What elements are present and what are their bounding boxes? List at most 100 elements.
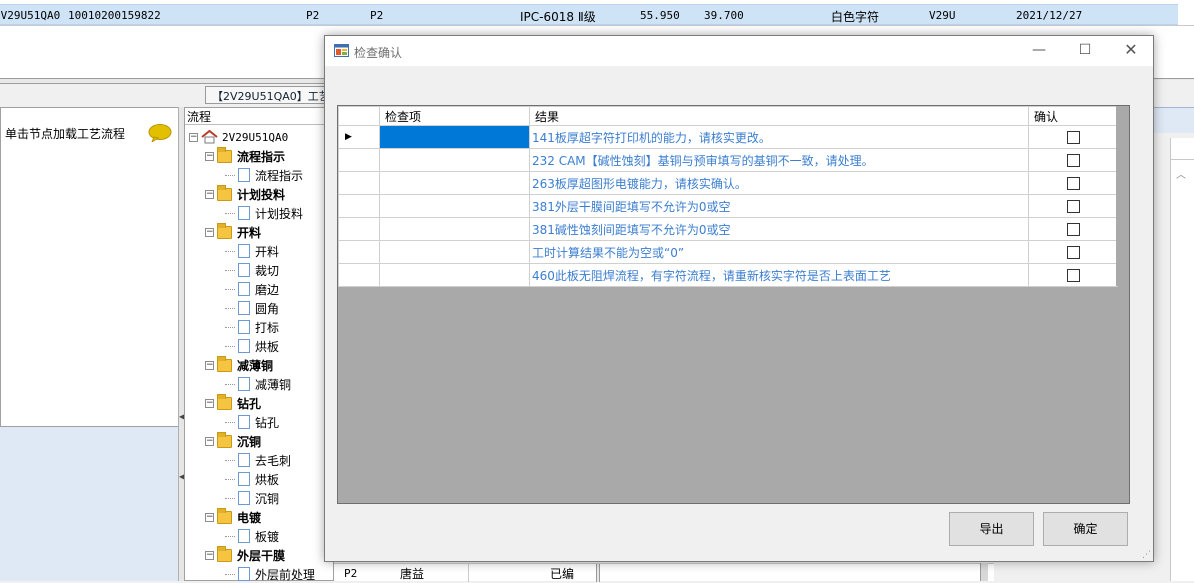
- close-button[interactable]: ✕: [1108, 36, 1154, 66]
- cell-check-item[interactable]: [379, 148, 530, 172]
- column-header-check-item[interactable]: 检查项: [379, 106, 530, 126]
- tree-step-node[interactable]: 开料: [225, 242, 279, 260]
- folder-icon: [217, 355, 232, 372]
- cell-confirm[interactable]: [1028, 240, 1118, 264]
- tree-node-label: 烘板: [255, 339, 280, 354]
- cell-result[interactable]: 381碱性蚀刻间距填写不允许为0或空: [529, 217, 1029, 241]
- confirm-checkbox[interactable]: [1066, 177, 1080, 190]
- collapse-toggle-icon[interactable]: −: [205, 151, 214, 161]
- table-row[interactable]: 381碱性蚀刻间距填写不允许为0或空: [338, 217, 1118, 241]
- right-splitter[interactable]: [980, 563, 988, 581]
- tree-node-label: 沉铜: [255, 491, 280, 506]
- cell-result[interactable]: 141板厚超字符打印机的能力，请核实更改。: [529, 125, 1029, 149]
- cell-confirm[interactable]: [1028, 171, 1118, 195]
- confirm-checkbox[interactable]: [1066, 246, 1080, 259]
- cell-check-item[interactable]: [379, 263, 530, 287]
- cell-result[interactable]: 263板厚超图形电镀能力，请核实确认。: [529, 171, 1029, 195]
- dialog-titlebar[interactable]: 检查确认 — ☐ ✕: [325, 36, 1153, 66]
- right-grid-header: [1170, 138, 1194, 160]
- tree-step-node[interactable]: 烘板: [225, 337, 279, 355]
- tree-folder-node[interactable]: − 开料: [205, 222, 261, 241]
- row-header[interactable]: [338, 263, 380, 287]
- tree-folder-node[interactable]: − 流程指示: [205, 146, 285, 165]
- table-row[interactable]: 工时计算结果不能为空或“0”: [338, 240, 1118, 264]
- scroll-up-icon[interactable]: ︿: [1176, 166, 1186, 181]
- check-results-table: 检查项 结果 确认 ▶ 141板厚超字符打印机的能力，请核实更改。 232 CAM【…: [338, 106, 1118, 287]
- tree-folder-node[interactable]: − 钻孔: [205, 393, 261, 412]
- top-grid-selected-row[interactable]: 2V29U51QA0 10010200159822 P2 P2 IPC-6018…: [0, 4, 1178, 25]
- cell-confirm[interactable]: [1028, 263, 1118, 287]
- tree-step-node[interactable]: 磨边: [225, 280, 279, 298]
- check-results-grid[interactable]: 检查项 结果 确认 ▶ 141板厚超字符打印机的能力，请核实更改。 232 CAM【…: [337, 105, 1130, 504]
- tree-step-node[interactable]: 流程指示: [225, 166, 303, 184]
- cell-result[interactable]: 232 CAM【碱性蚀刻】基铜与预审填写的基铜不一致，请处理。: [529, 148, 1029, 172]
- confirm-checkbox[interactable]: [1066, 200, 1080, 213]
- collapse-toggle-icon[interactable]: −: [205, 550, 214, 560]
- tree-step-node[interactable]: 沉铜: [225, 489, 279, 507]
- table-row[interactable]: ▶ 141板厚超字符打印机的能力，请核实更改。: [338, 125, 1118, 149]
- column-header-confirm[interactable]: 确认: [1028, 106, 1118, 126]
- cell-confirm[interactable]: [1028, 217, 1118, 241]
- row-header[interactable]: [338, 171, 380, 195]
- tree-step-node[interactable]: 计划投料: [225, 204, 303, 222]
- tree-step-node[interactable]: 圆角: [225, 299, 279, 317]
- tree-step-node[interactable]: 板镀: [225, 527, 279, 545]
- table-row[interactable]: 381外层干膜间距填写不允许为0或空: [338, 194, 1118, 218]
- dialog-title: 检查确认: [354, 46, 403, 60]
- collapse-toggle-icon[interactable]: −: [205, 360, 214, 370]
- collapse-toggle-icon[interactable]: −: [205, 189, 214, 199]
- bottom-grid-row[interactable]: P2 唐益 已编: [334, 563, 994, 582]
- document-icon: [238, 339, 250, 353]
- confirm-checkbox[interactable]: [1066, 154, 1080, 167]
- tree-node-label: 外层干膜: [237, 548, 286, 563]
- cell-result[interactable]: 工时计算结果不能为空或“0”: [529, 240, 1029, 264]
- cell-check-item[interactable]: [379, 171, 530, 195]
- tree-step-node[interactable]: 钻孔: [225, 413, 279, 431]
- tree-step-node[interactable]: 烘板: [225, 470, 279, 488]
- tree-folder-node[interactable]: − 电镀: [205, 507, 261, 526]
- tree-step-node[interactable]: 外层前处理: [225, 565, 315, 583]
- table-row[interactable]: 263板厚超图形电镀能力，请核实确认。: [338, 171, 1118, 195]
- column-header-result[interactable]: 结果: [529, 106, 1029, 126]
- bottom-grid-splitter[interactable]: [596, 564, 600, 582]
- cell-confirm[interactable]: [1028, 194, 1118, 218]
- tree-root-node[interactable]: − 2V29U51QA0: [189, 128, 288, 146]
- cell-check-item[interactable]: [379, 217, 530, 241]
- table-row[interactable]: 232 CAM【碱性蚀刻】基铜与预审填写的基铜不一致，请处理。: [338, 148, 1118, 172]
- collapse-toggle-icon[interactable]: −: [205, 398, 214, 408]
- tree-folder-node[interactable]: − 计划投料: [205, 184, 285, 203]
- collapse-toggle-icon[interactable]: −: [205, 227, 214, 237]
- tree-step-node[interactable]: 裁切: [225, 261, 279, 279]
- row-header[interactable]: [338, 240, 380, 264]
- tree-step-node[interactable]: 减薄铜: [225, 375, 291, 393]
- collapse-toggle-icon[interactable]: −: [205, 512, 214, 522]
- tree-step-node[interactable]: 打标: [225, 318, 279, 336]
- cell-confirm[interactable]: [1028, 125, 1118, 149]
- tree-folder-node[interactable]: − 减薄铜: [205, 355, 273, 374]
- export-button[interactable]: 导出: [949, 512, 1034, 546]
- table-row[interactable]: 460此板无阻焊流程，有字符流程，请重新核实字符是否上表面工艺: [338, 263, 1118, 287]
- current-row-indicator-icon[interactable]: ▶: [338, 125, 380, 149]
- ok-button[interactable]: 确定: [1043, 512, 1128, 546]
- cell-check-item[interactable]: [379, 194, 530, 218]
- tree-folder-node[interactable]: − 外层干膜: [205, 545, 286, 564]
- cell-check-item[interactable]: [379, 240, 530, 264]
- confirm-checkbox[interactable]: [1066, 269, 1080, 282]
- cell-confirm[interactable]: [1028, 148, 1118, 172]
- collapse-toggle-icon[interactable]: −: [205, 436, 214, 446]
- maximize-button[interactable]: ☐: [1062, 36, 1108, 66]
- resize-grip-icon[interactable]: ⋰: [1142, 550, 1151, 560]
- cell-check-item[interactable]: [379, 125, 530, 149]
- confirm-checkbox[interactable]: [1066, 223, 1080, 236]
- minimize-button[interactable]: —: [1016, 36, 1062, 66]
- row-header[interactable]: [338, 217, 380, 241]
- collapse-toggle-icon[interactable]: −: [189, 132, 198, 142]
- cell-result[interactable]: 460此板无阻焊流程，有字符流程，请重新核实字符是否上表面工艺: [529, 263, 1029, 287]
- tree-step-node[interactable]: 去毛刺: [225, 451, 291, 469]
- row-header[interactable]: [338, 148, 380, 172]
- confirm-checkbox[interactable]: [1066, 131, 1080, 144]
- row-header[interactable]: [338, 194, 380, 218]
- route-tab[interactable]: 【2V29U51QA0】工艺: [205, 86, 335, 104]
- cell-result[interactable]: 381外层干膜间距填写不允许为0或空: [529, 194, 1029, 218]
- tree-folder-node[interactable]: − 沉铜: [205, 431, 261, 450]
